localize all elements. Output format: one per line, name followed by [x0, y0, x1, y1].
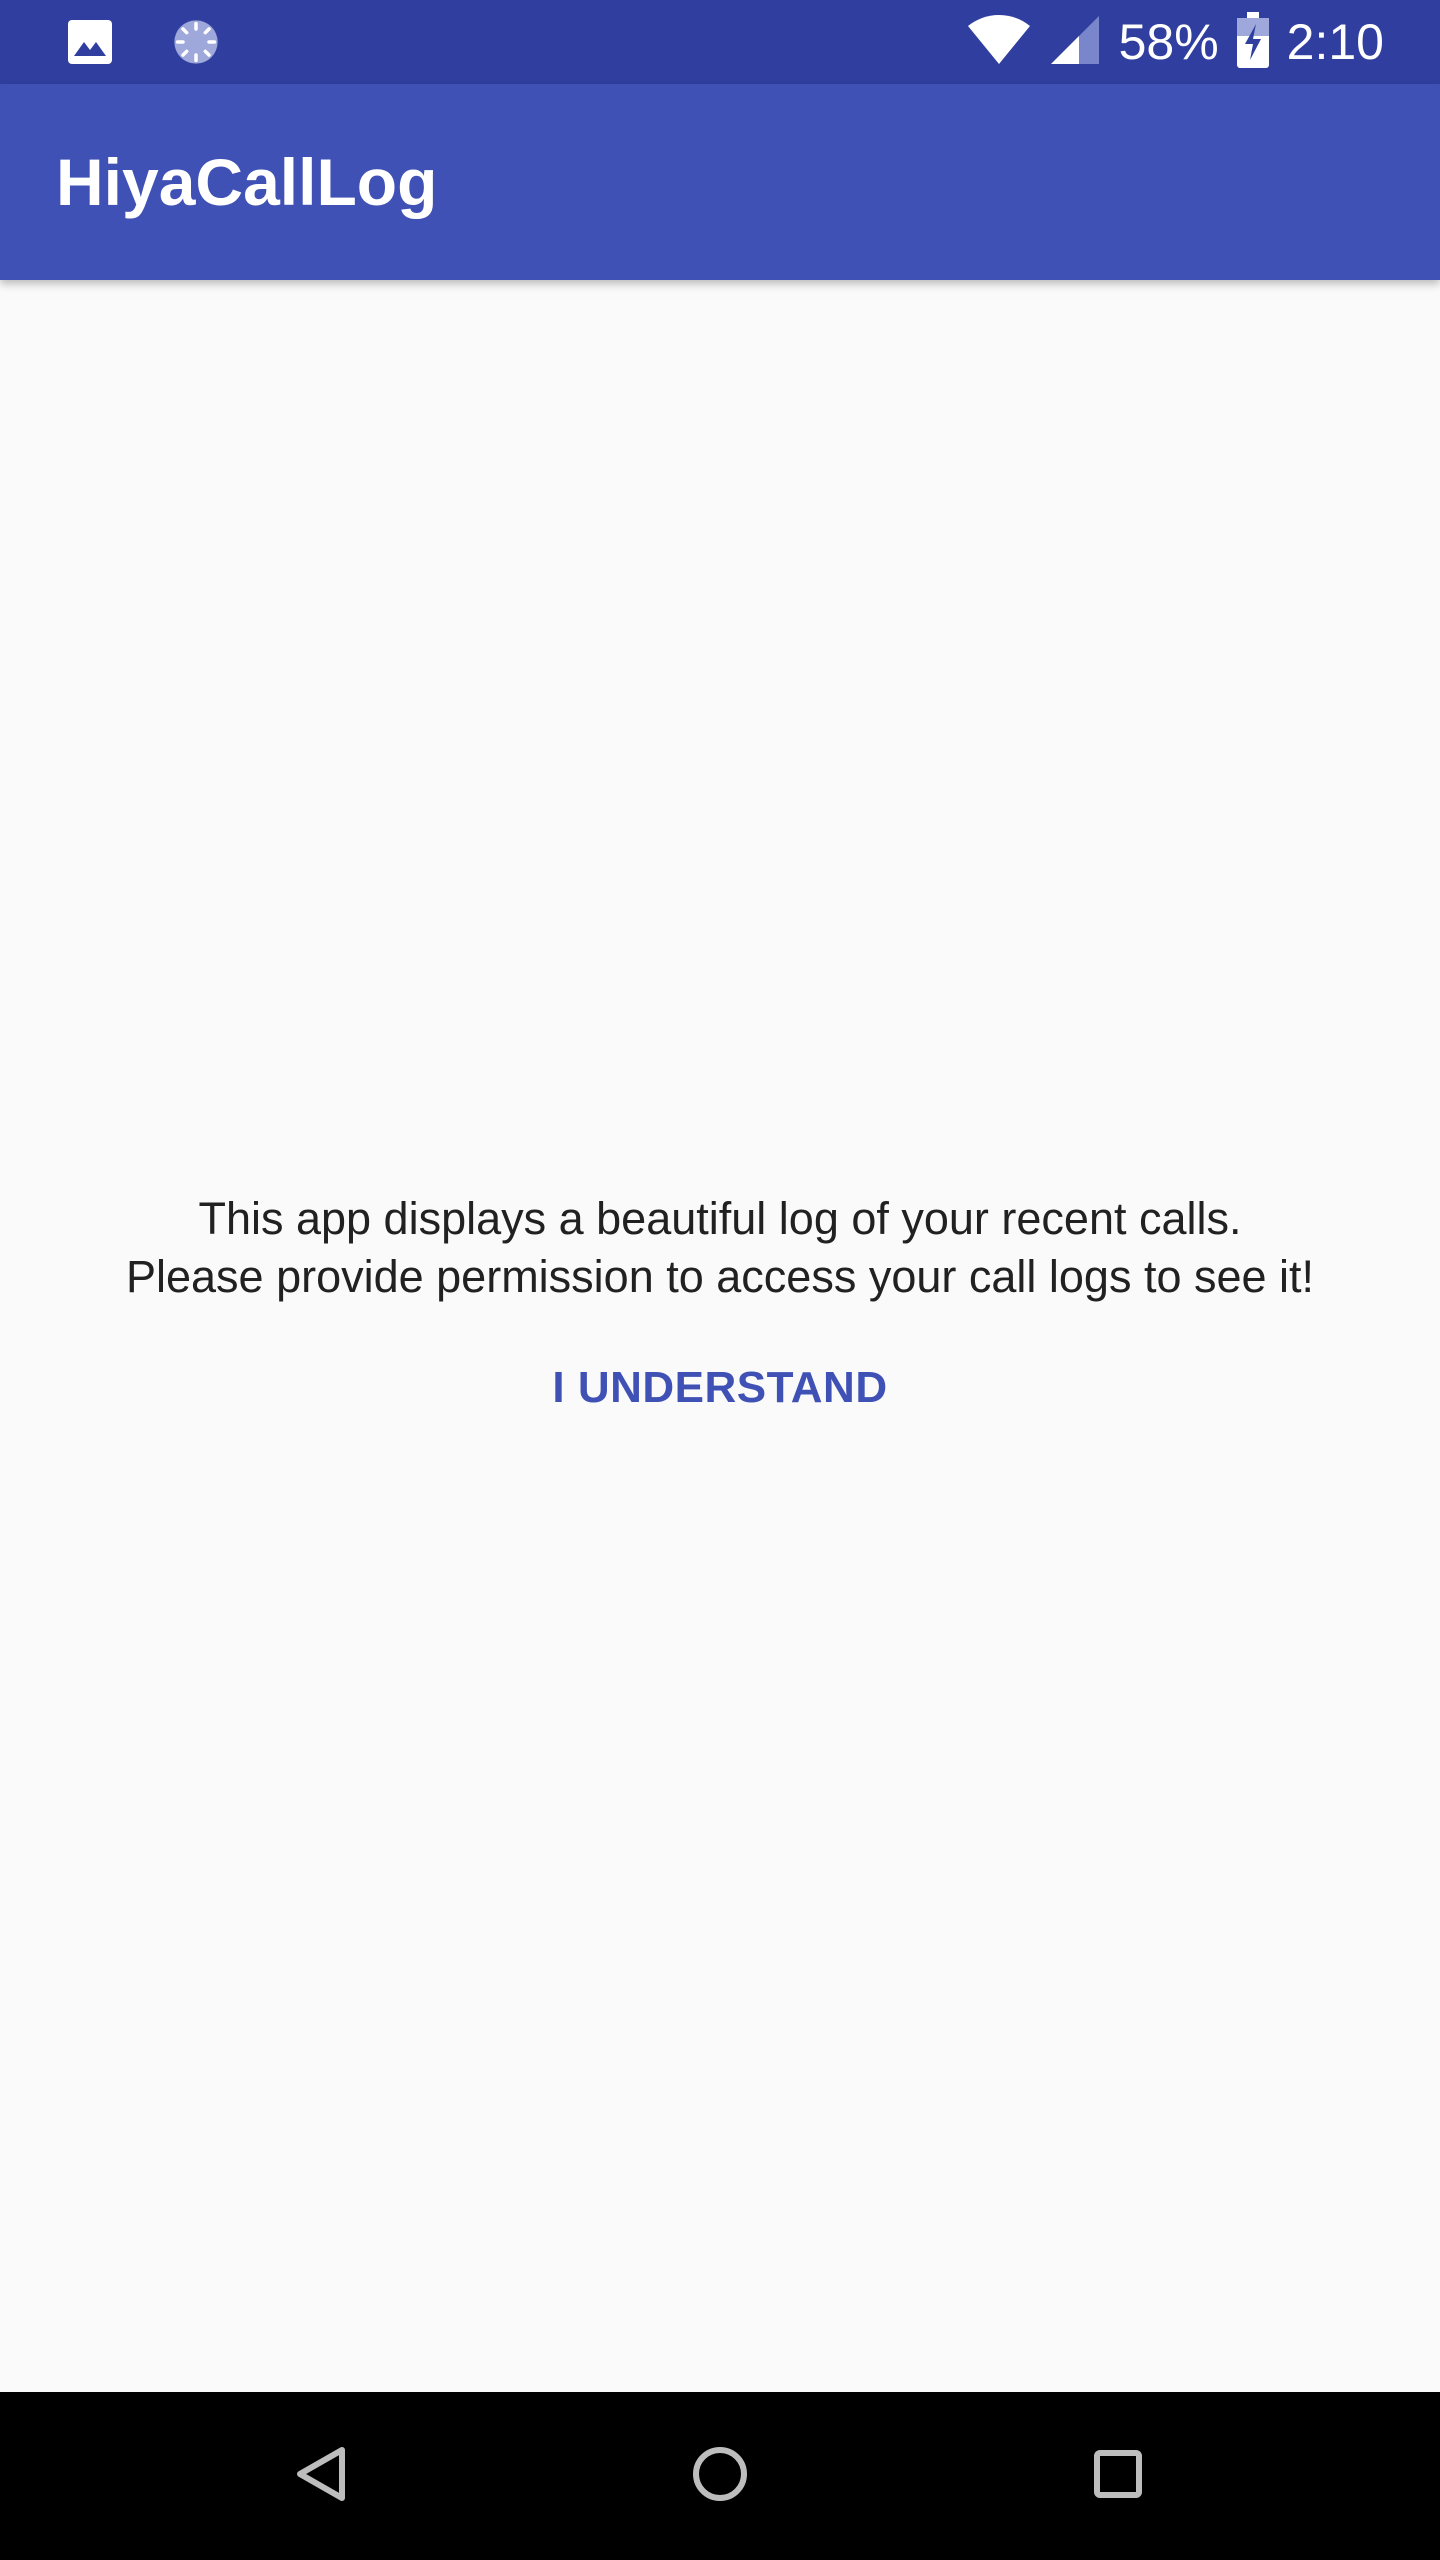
wifi-icon — [967, 14, 1031, 70]
home-icon — [690, 2444, 750, 2508]
status-right-icons: 58% 2:10 — [967, 0, 1384, 84]
clock: 2:10 — [1286, 14, 1384, 70]
message-line-1: This app displays a beautiful log of you… — [198, 1193, 1242, 1244]
home-button[interactable] — [680, 2436, 760, 2516]
message-line-2: Please provide permission to access your… — [125, 1251, 1315, 1302]
recents-icon — [1092, 2448, 1144, 2504]
cell-signal-icon — [1049, 14, 1101, 70]
screen: 58% 2:10 HiyaCallLog This app displays a… — [0, 0, 1440, 2560]
battery-percent: 58% — [1118, 14, 1219, 70]
navigation-bar — [0, 2392, 1440, 2560]
sync-loading-icon — [170, 16, 222, 72]
image-notification-icon — [66, 18, 114, 70]
battery-charging-icon — [1236, 12, 1269, 72]
main-content: This app displays a beautiful log of you… — [0, 280, 1440, 2392]
status-left-icons — [66, 16, 222, 72]
i-understand-button[interactable]: I UNDERSTAND — [520, 1340, 920, 1436]
status-bar: 58% 2:10 — [0, 0, 1440, 84]
back-icon — [294, 2444, 350, 2508]
app-title: HiyaCallLog — [56, 145, 438, 219]
permission-message: This app displays a beautiful log of you… — [0, 1190, 1440, 1306]
recents-button[interactable] — [1078, 2436, 1158, 2516]
back-button[interactable] — [282, 2436, 362, 2516]
app-bar: HiyaCallLog — [0, 84, 1440, 280]
